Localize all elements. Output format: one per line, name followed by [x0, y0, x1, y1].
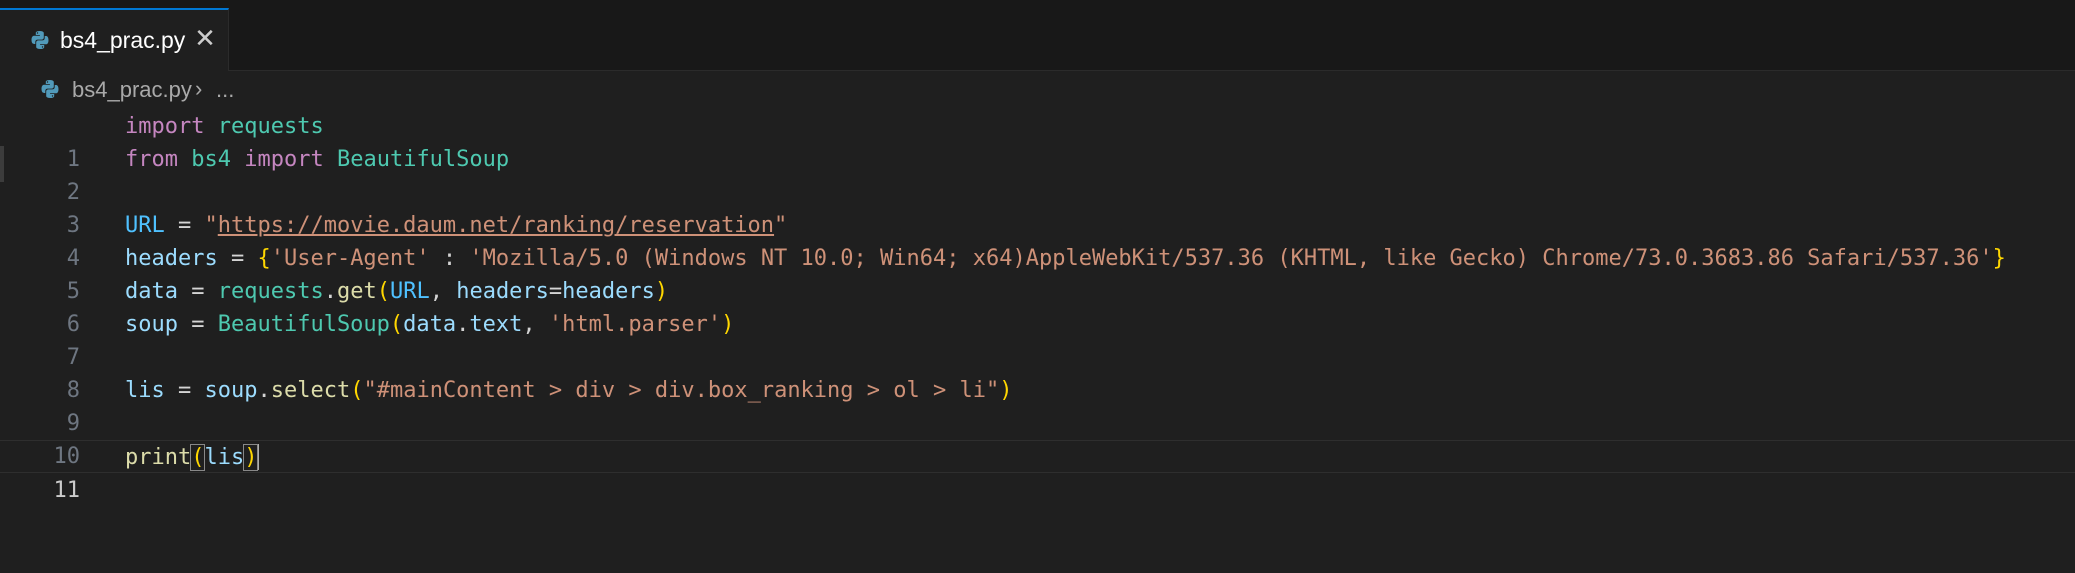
code-line[interactable]: 1 import requests	[0, 110, 2075, 172]
text-cursor	[257, 443, 260, 470]
code-line[interactable]: 8	[0, 341, 2075, 403]
code-text: print(lis)	[125, 443, 260, 471]
chevron-right-icon: ›	[195, 76, 203, 101]
code-line[interactable]: 2 from bs4 import BeautifulSoup	[0, 143, 2075, 205]
tab-label: bs4_prac.py	[60, 27, 186, 53]
tab-bs4-prac[interactable]: bs4_prac.py ✕	[0, 8, 229, 71]
code-line[interactable]: 4 URL = "https://movie.daum.net/ranking/…	[0, 209, 2075, 271]
code-line[interactable]: 7 soup = BeautifulSoup(data.text, 'html.…	[0, 308, 2075, 370]
code-line[interactable]: 9 lis = soup.select("#mainContent > div …	[0, 374, 2075, 436]
code-line[interactable]: 5 headers = {'User-Agent' : 'Mozilla/5.0…	[0, 242, 2075, 304]
code-text: data = requests.get(URL, headers=headers…	[125, 279, 669, 304]
code-line[interactable]: 6 data = requests.get(URL, headers=heade…	[0, 275, 2075, 337]
breadcrumb-file[interactable]: bs4_prac.py	[72, 77, 192, 103]
code-text: soup = BeautifulSoup(data.text, 'html.pa…	[125, 312, 735, 337]
breadcrumb-more[interactable]: ...	[216, 77, 234, 103]
python-icon	[40, 79, 60, 105]
code-line[interactable]: 3	[0, 176, 2075, 238]
code-text: from bs4 import BeautifulSoup	[125, 147, 510, 172]
code-editor[interactable]: 1 import requests 2 from bs4 import Beau…	[0, 110, 2075, 571]
line-number: 11	[53, 478, 81, 503]
code-text: URL = "https://movie.daum.net/ranking/re…	[125, 213, 788, 238]
url-link[interactable]: https://movie.daum.net/ranking/reservati…	[218, 213, 774, 238]
code-line-current[interactable]: 11 print(lis)	[0, 440, 2075, 503]
breadcrumb: bs4_prac.py › ...	[0, 73, 2075, 109]
editor-tab-bar: bs4_prac.py ✕	[0, 8, 2075, 71]
code-text: lis = soup.select("#mainContent > div > …	[125, 378, 1013, 403]
python-icon	[30, 30, 50, 55]
code-text: import requests	[125, 114, 324, 139]
close-icon[interactable]: ✕	[193, 25, 217, 51]
code-line[interactable]: 10	[0, 407, 2075, 469]
code-text: headers = {'User-Agent' : 'Mozilla/5.0 (…	[125, 246, 2006, 271]
